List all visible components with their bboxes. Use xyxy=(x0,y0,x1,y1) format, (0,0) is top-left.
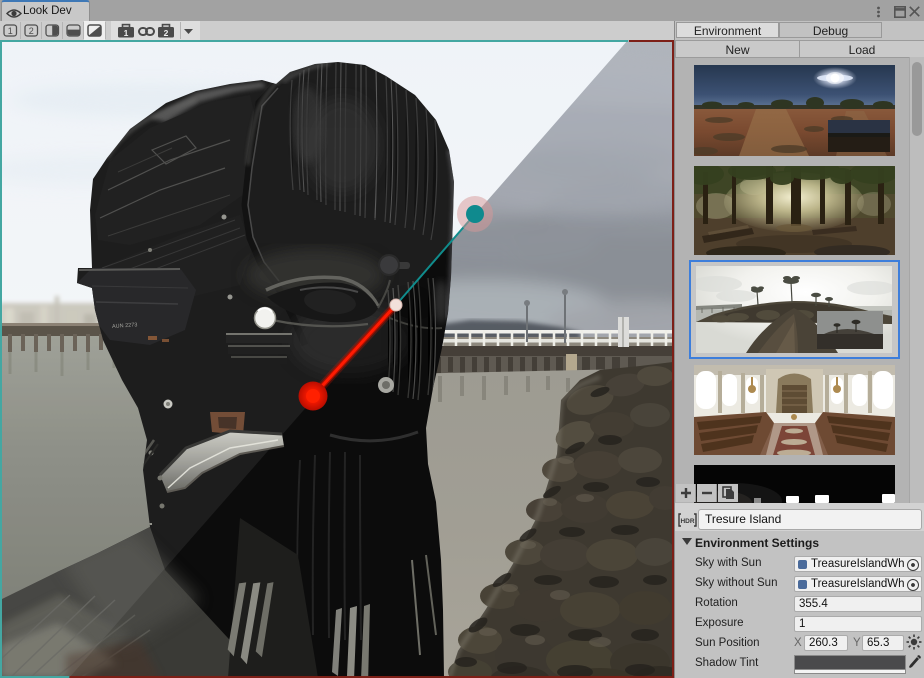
svg-text:1: 1 xyxy=(124,28,129,38)
svg-text:2: 2 xyxy=(29,26,34,36)
svg-text:HDR: HDR xyxy=(680,518,694,525)
svg-text:2: 2 xyxy=(164,28,169,38)
svg-text:1: 1 xyxy=(8,26,13,36)
